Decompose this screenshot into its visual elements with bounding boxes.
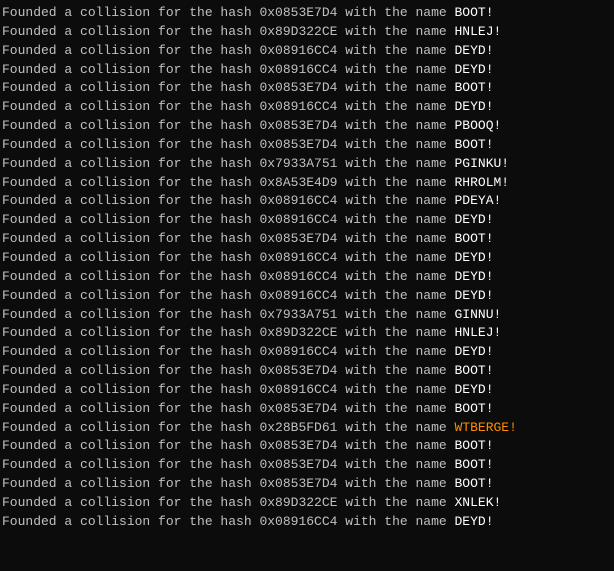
log-line: Founded a collision for the hash 0x0853E… [2, 4, 612, 23]
log-line: Founded a collision for the hash 0x89D32… [2, 494, 612, 513]
hash-value: 0x08916CC4 [259, 99, 337, 114]
collision-name: DEYD! [455, 514, 494, 529]
hash-value: 0x0853E7D4 [259, 137, 337, 152]
collision-name: DEYD! [455, 288, 494, 303]
hash-value: 0x0853E7D4 [259, 476, 337, 491]
log-line: Founded a collision for the hash 0x0853E… [2, 475, 612, 494]
log-line: Founded a collision for the hash 0x08916… [2, 98, 612, 117]
hash-value: 0x89D322CE [259, 495, 337, 510]
log-line: Founded a collision for the hash 0x0853E… [2, 136, 612, 155]
hash-value: 0x08916CC4 [259, 514, 337, 529]
hash-value: 0x08916CC4 [259, 43, 337, 58]
hash-value: 0x0853E7D4 [259, 363, 337, 378]
hash-value: 0x08916CC4 [259, 344, 337, 359]
log-line: Founded a collision for the hash 0x0853E… [2, 117, 612, 136]
log-line: Founded a collision for the hash 0x89D32… [2, 23, 612, 42]
collision-name: XNLEK! [455, 495, 502, 510]
collision-name: DEYD! [455, 99, 494, 114]
collision-name: PBOOQ! [455, 118, 502, 133]
hash-value: 0x0853E7D4 [259, 457, 337, 472]
log-line: Founded a collision for the hash 0x7933A… [2, 155, 612, 174]
log-line: Founded a collision for the hash 0x08916… [2, 211, 612, 230]
collision-name: HNLEJ! [455, 24, 502, 39]
hash-value: 0x0853E7D4 [259, 231, 337, 246]
log-container: Founded a collision for the hash 0x0853E… [2, 4, 612, 532]
collision-name: WTBERGE! [455, 420, 517, 435]
log-line: Founded a collision for the hash 0x7933A… [2, 306, 612, 325]
log-line: Founded a collision for the hash 0x0853E… [2, 456, 612, 475]
collision-name: GINNU! [455, 307, 502, 322]
hash-value: 0x0853E7D4 [259, 80, 337, 95]
collision-name: DEYD! [455, 382, 494, 397]
collision-name: BOOT! [455, 137, 494, 152]
collision-name: BOOT! [455, 457, 494, 472]
log-line: Founded a collision for the hash 0x08916… [2, 343, 612, 362]
log-line: Founded a collision for the hash 0x08916… [2, 61, 612, 80]
hash-value: 0x0853E7D4 [259, 118, 337, 133]
collision-name: BOOT! [455, 438, 494, 453]
log-line: Founded a collision for the hash 0x08916… [2, 192, 612, 211]
hash-value: 0x08916CC4 [259, 193, 337, 208]
hash-value: 0x0853E7D4 [259, 438, 337, 453]
log-line: Founded a collision for the hash 0x08916… [2, 268, 612, 287]
hash-value: 0x08916CC4 [259, 62, 337, 77]
log-line: Founded a collision for the hash 0x08916… [2, 287, 612, 306]
collision-name: PDEYA! [455, 193, 502, 208]
hash-value: 0x7933A751 [259, 156, 337, 171]
collision-name: DEYD! [455, 269, 494, 284]
hash-value: 0x08916CC4 [259, 382, 337, 397]
collision-name: DEYD! [455, 62, 494, 77]
log-line: Founded a collision for the hash 0x08916… [2, 381, 612, 400]
log-line: Founded a collision for the hash 0x08916… [2, 42, 612, 61]
log-line: Founded a collision for the hash 0x8A53E… [2, 174, 612, 193]
collision-name: BOOT! [455, 80, 494, 95]
log-line: Founded a collision for the hash 0x0853E… [2, 437, 612, 456]
hash-value: 0x08916CC4 [259, 288, 337, 303]
log-line: Founded a collision for the hash 0x0853E… [2, 79, 612, 98]
collision-name: BOOT! [455, 401, 494, 416]
log-line: Founded a collision for the hash 0x0853E… [2, 362, 612, 381]
log-line: Founded a collision for the hash 0x08916… [2, 249, 612, 268]
log-line: Founded a collision for the hash 0x28B5F… [2, 419, 612, 438]
hash-value: 0x89D322CE [259, 325, 337, 340]
hash-value: 0x08916CC4 [259, 212, 337, 227]
collision-name: DEYD! [455, 344, 494, 359]
hash-value: 0x89D322CE [259, 24, 337, 39]
collision-name: DEYD! [455, 250, 494, 265]
log-line: Founded a collision for the hash 0x89D32… [2, 324, 612, 343]
collision-name: BOOT! [455, 476, 494, 491]
log-line: Founded a collision for the hash 0x0853E… [2, 230, 612, 249]
collision-name: PGINKU! [455, 156, 510, 171]
collision-name: HNLEJ! [455, 325, 502, 340]
collision-name: BOOT! [455, 363, 494, 378]
hash-value: 0x28B5FD61 [259, 420, 337, 435]
collision-name: RHROLM! [455, 175, 510, 190]
collision-name: BOOT! [455, 5, 494, 20]
hash-value: 0x08916CC4 [259, 250, 337, 265]
collision-name: DEYD! [455, 43, 494, 58]
log-line: Founded a collision for the hash 0x0853E… [2, 400, 612, 419]
hash-value: 0x08916CC4 [259, 269, 337, 284]
hash-value: 0x0853E7D4 [259, 5, 337, 20]
collision-name: BOOT! [455, 231, 494, 246]
hash-value: 0x0853E7D4 [259, 401, 337, 416]
hash-value: 0x8A53E4D9 [259, 175, 337, 190]
hash-value: 0x7933A751 [259, 307, 337, 322]
collision-name: DEYD! [455, 212, 494, 227]
log-line: Founded a collision for the hash 0x08916… [2, 513, 612, 532]
